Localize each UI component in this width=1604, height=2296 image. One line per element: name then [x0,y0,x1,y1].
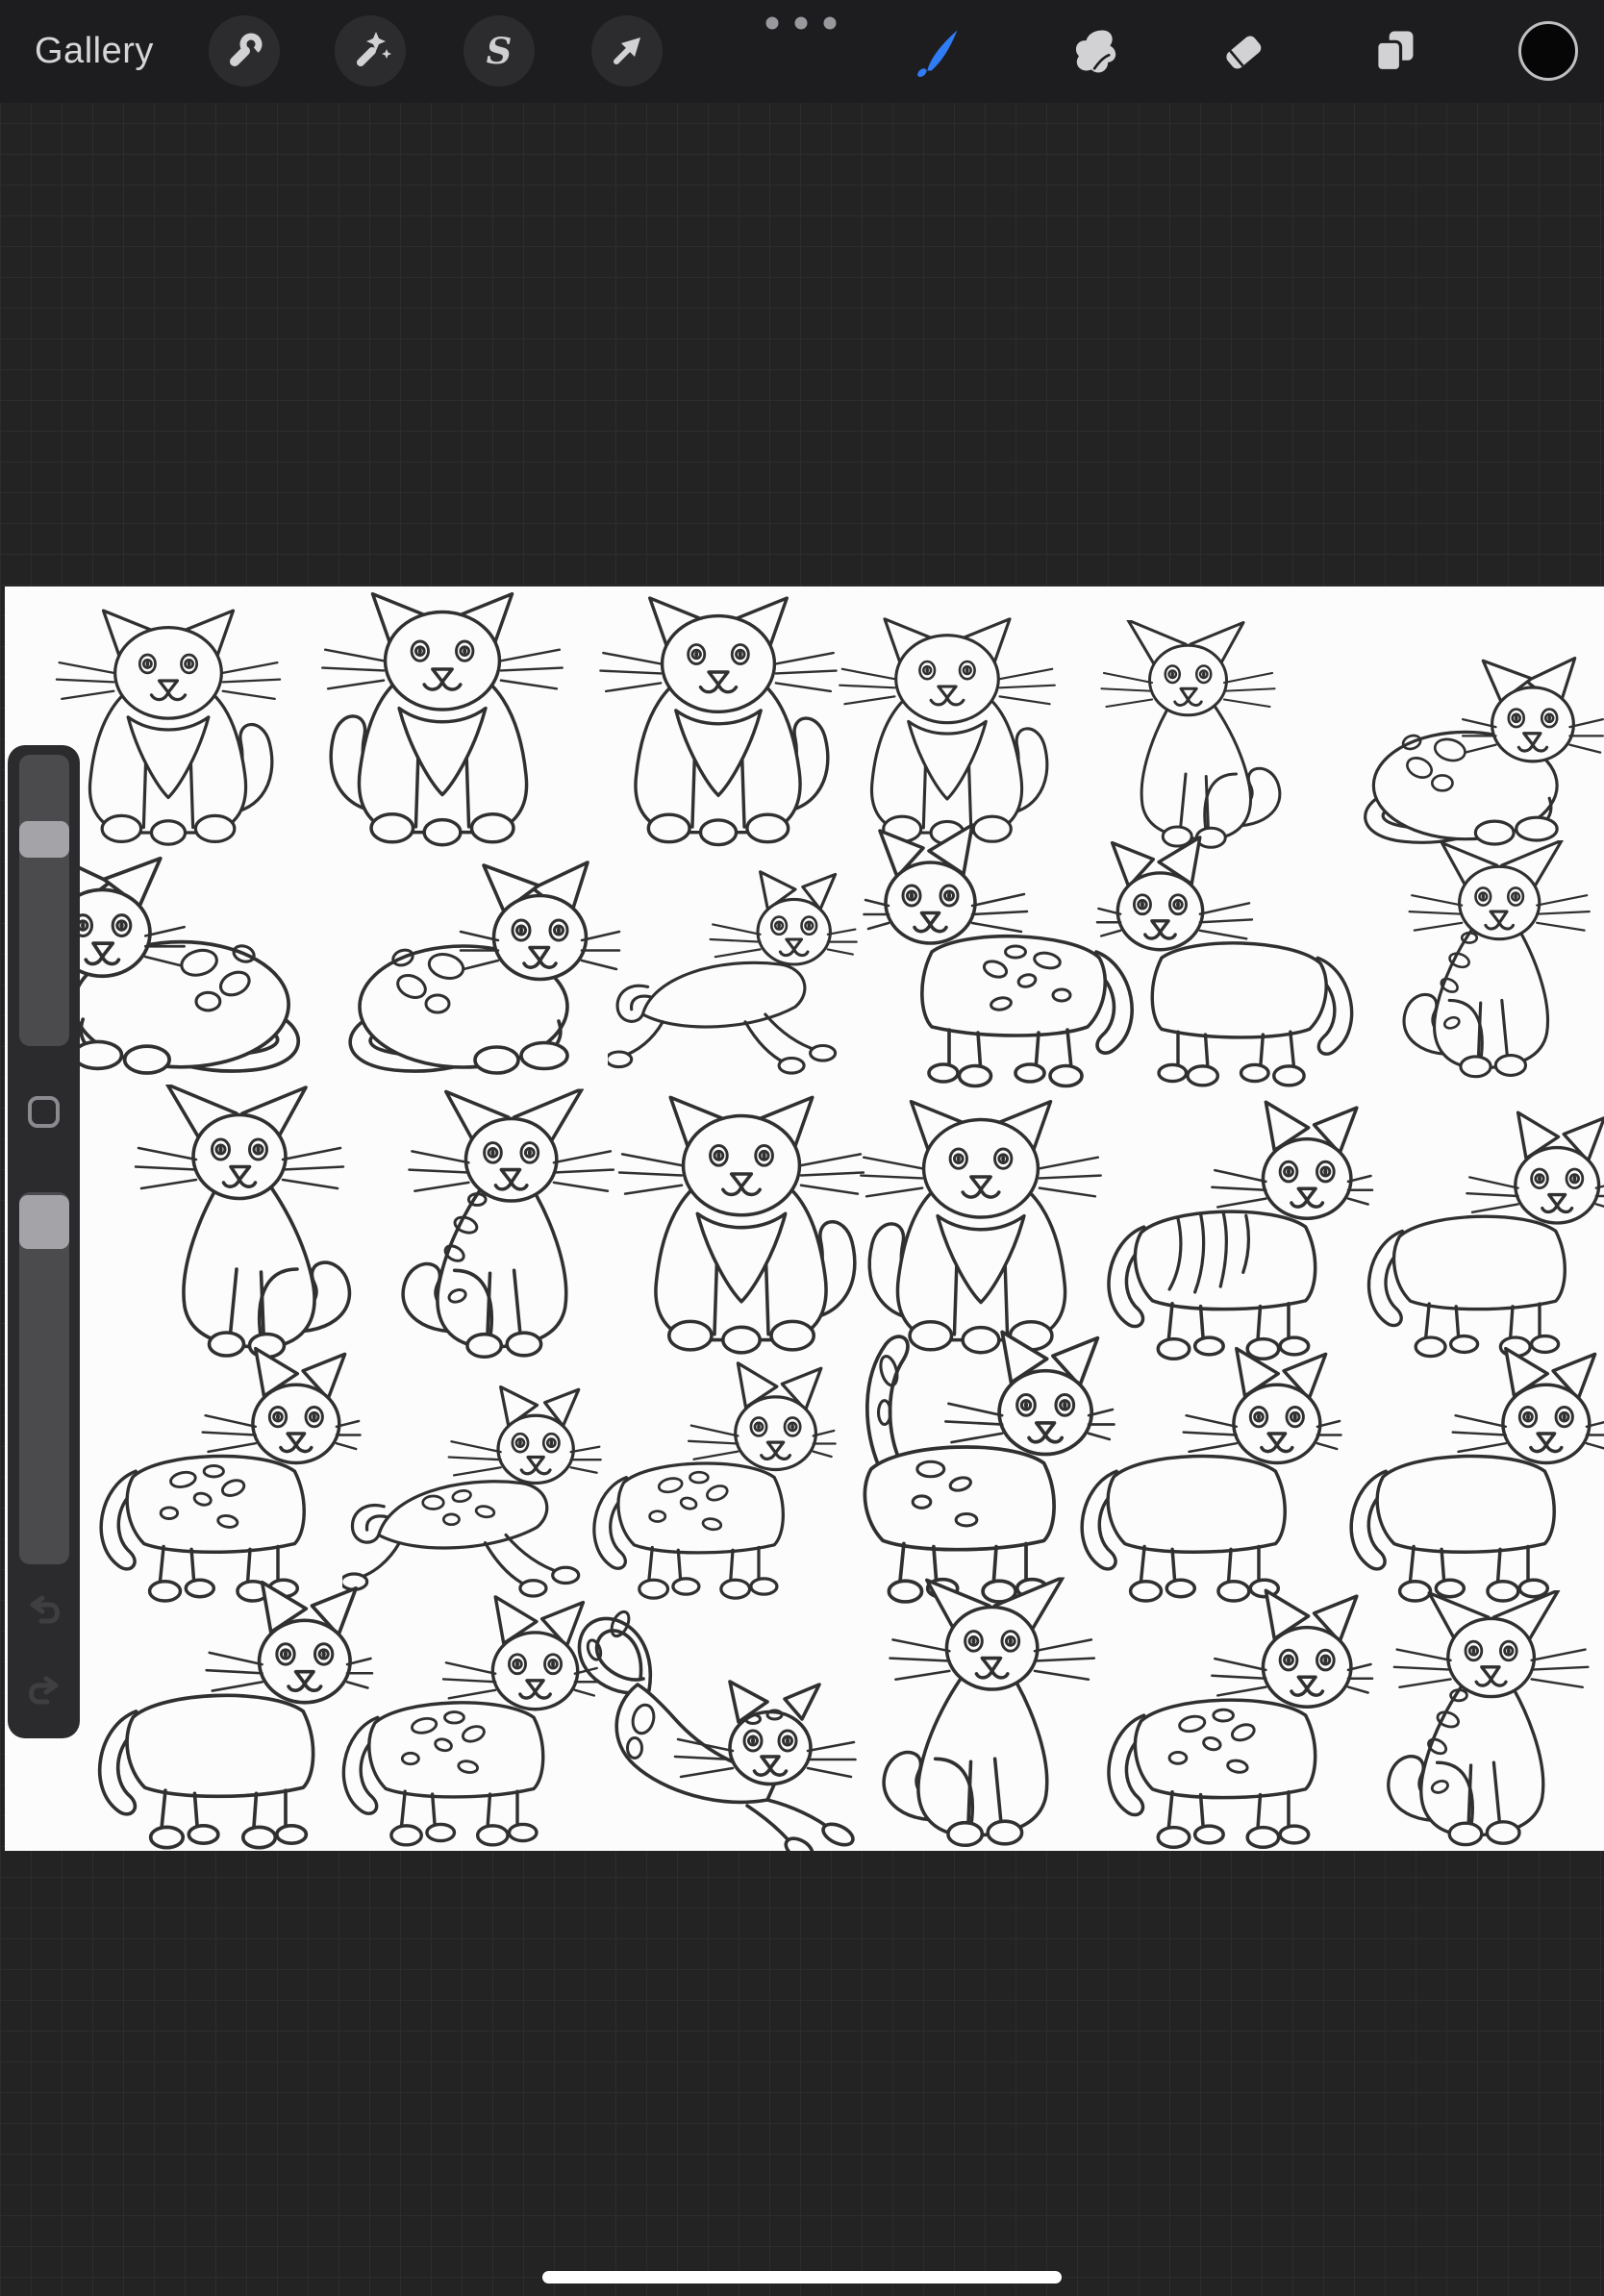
undo-icon [30,1595,60,1624]
cat-sketch-r5c3 [579,1610,856,1851]
magic-wand-icon [357,32,391,66]
cat-sketch-r3c3 [619,1097,864,1353]
cat-sketch-r4c5 [1082,1349,1341,1601]
cat-sketch-r3c2 [403,1089,614,1358]
gallery-button[interactable]: Gallery [35,0,154,103]
erase-tool-button[interactable] [1216,24,1270,78]
adjustments-button[interactable] [335,15,406,87]
more-options-button[interactable] [753,10,849,37]
cat-sketch-r5c1 [100,1583,372,1848]
cat-sketch-r3c1 [136,1085,349,1358]
cat-sketch-r1c5 [1102,620,1280,847]
cat-sketch-r5c4 [884,1578,1094,1846]
brush-tool-button[interactable] [911,24,965,78]
artboard-canvas[interactable] [5,586,1604,1851]
wrench-icon [230,33,263,66]
cat-sketch-r5c2 [343,1597,598,1845]
cat-sketch-r4c2 [341,1387,601,1596]
paint-brush-icon [917,30,958,77]
cat-sketch-r4c3 [594,1363,836,1598]
cat-sketch-r4c6 [1351,1349,1604,1601]
redo-icon [29,1676,59,1705]
color-swatch-button[interactable] [1518,21,1578,81]
canvas-artwork [5,586,1604,1851]
undo-button[interactable] [22,1589,66,1634]
cat-sketch-r2c6 [1404,840,1590,1077]
svg-text:S: S [487,30,513,72]
layers-icon [1375,31,1414,73]
cat-sketch-r1c3 [600,598,836,845]
selection-s-icon: S [487,30,513,72]
toolbar: Gallery S [0,0,1604,103]
layers-button[interactable] [1366,24,1420,78]
cat-sketch-r1c1 [57,611,280,844]
cat-sketch-r2c4 [865,825,1133,1086]
cat-sketch-r2c3 [607,872,857,1073]
brush-size-handle[interactable] [19,820,69,858]
cat-sketch-r3c6 [1369,1112,1604,1356]
transform-button[interactable] [591,15,663,87]
smudge-tool-button[interactable] [1065,24,1119,78]
smudge-finger-icon [1075,30,1116,73]
left-sidebar [8,745,80,1738]
eraser-icon [1226,36,1262,69]
selection-button[interactable]: S [464,15,535,87]
cat-sketch-r4c4 [865,1332,1114,1602]
more-options-dots-icon [765,16,837,30]
transform-arrow-icon [614,37,640,64]
cat-sketch-r2c2 [350,862,619,1073]
cat-sketch-r1c2 [322,594,562,845]
procreate-screen: Gallery S [0,0,1604,2296]
cat-sketch-r5c5 [1109,1590,1372,1847]
cat-sketch-r3c4 [861,1102,1100,1353]
cat-sketch-r3c5 [1109,1102,1372,1359]
home-indicator[interactable] [542,2271,1062,2284]
modify-button[interactable] [28,1096,60,1128]
opacity-handle[interactable] [19,1195,69,1250]
redo-button[interactable] [22,1670,66,1714]
cat-sketch-r1c6 [1366,659,1603,844]
cat-sketches-layer [20,594,1604,1851]
brush-size-slider[interactable] [19,755,69,1046]
cat-sketch-r5c6 [1389,1590,1589,1845]
actions-button[interactable] [209,15,280,87]
cat-sketch-r1c4 [840,619,1055,844]
cat-sketch-r2c5 [1097,837,1352,1086]
cat-sketch-r4c1 [101,1349,360,1601]
